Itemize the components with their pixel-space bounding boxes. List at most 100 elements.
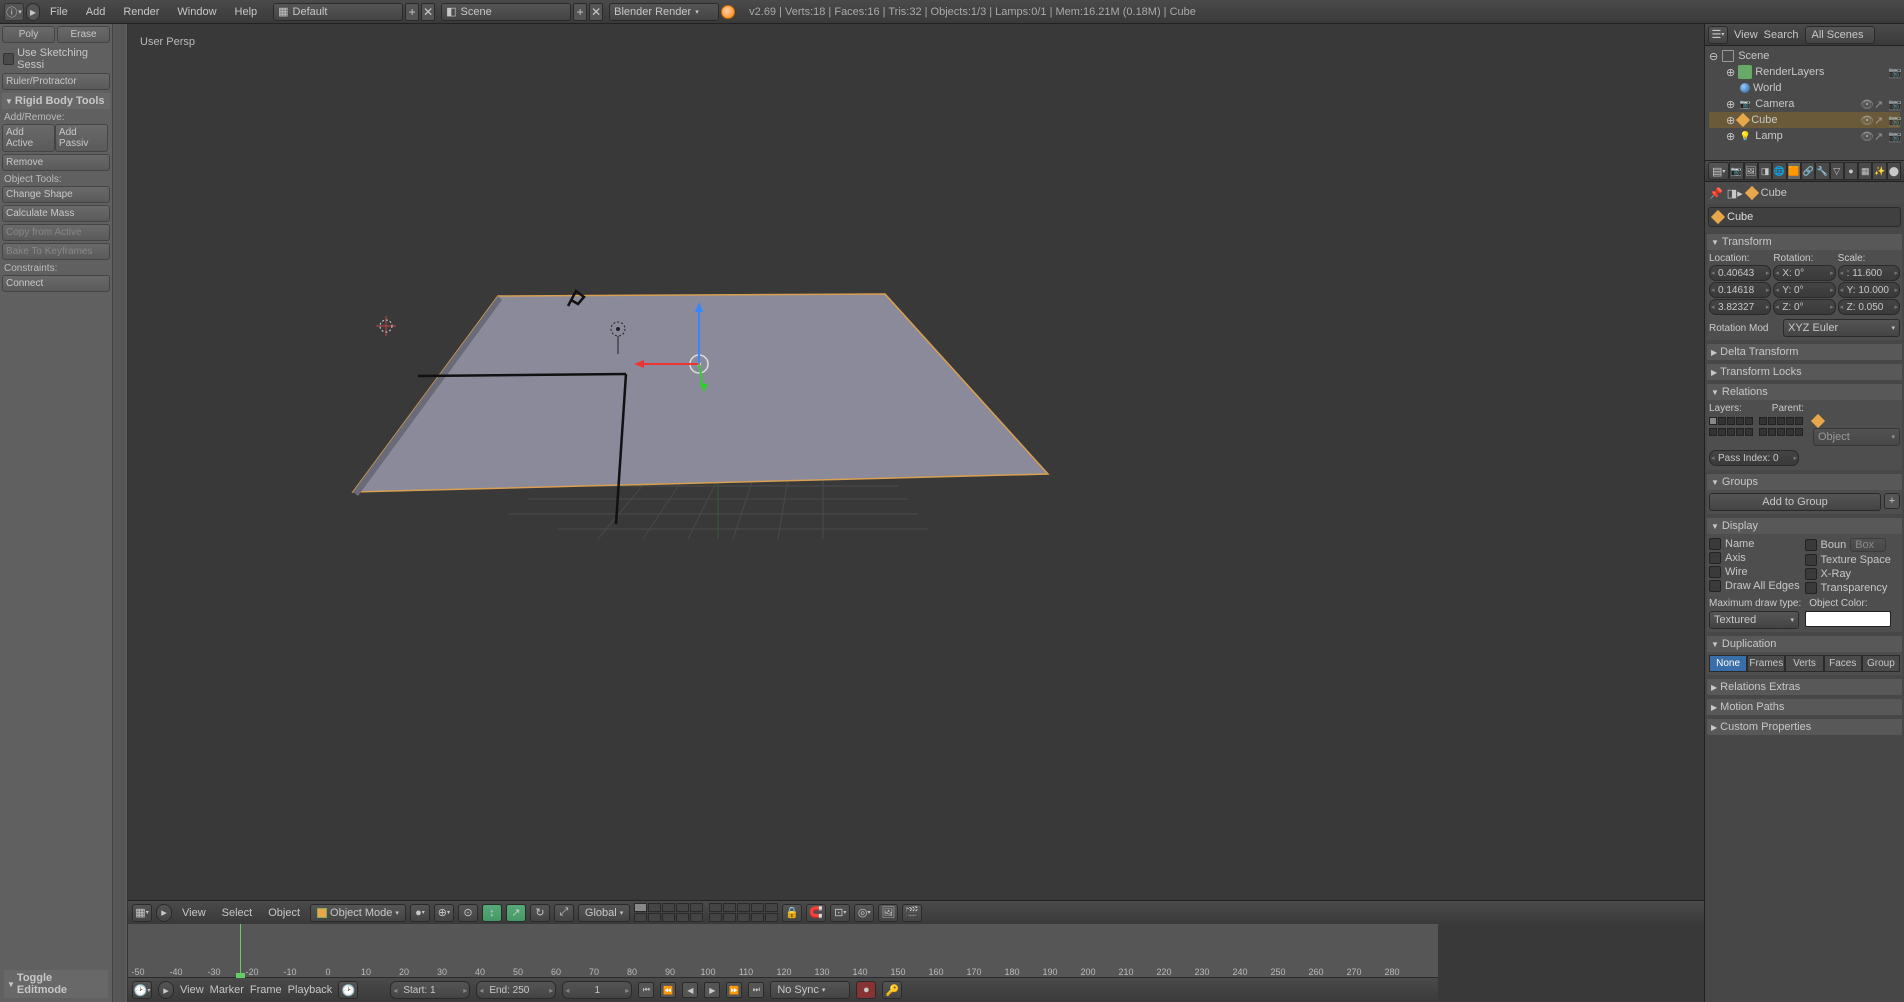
tab-object[interactable]: 🟧 (1787, 162, 1801, 180)
location-y-field[interactable]: 0.14618 (1709, 282, 1771, 298)
pin-icon[interactable]: 📌 (1709, 187, 1723, 200)
collapse-menus-icon[interactable]: ▸ (156, 904, 172, 922)
editor-type-timeline-icon[interactable]: 🕑▾ (132, 981, 152, 999)
dup-none-tab[interactable]: None (1709, 655, 1747, 672)
snap-toggle-icon[interactable]: 🧲 (806, 904, 826, 922)
timeline-cursor[interactable] (240, 924, 241, 977)
tl-view-menu[interactable]: View (180, 984, 204, 996)
object-name-field[interactable] (1708, 207, 1901, 227)
rotation-y-field[interactable]: Y: 0° (1773, 282, 1835, 298)
tab-render[interactable]: 📷 (1729, 162, 1743, 180)
rotation-mode-dropdown[interactable]: XYZ Euler▾ (1783, 319, 1900, 337)
tab-data[interactable]: ▽ (1830, 162, 1844, 180)
orientation-dropdown[interactable]: Global▾ (578, 904, 630, 922)
groups-header[interactable]: Groups (1707, 474, 1902, 490)
editor-type-outliner-icon[interactable]: ☰▾ (1708, 26, 1728, 44)
scale-manipulator-icon[interactable]: ⤢ (554, 904, 574, 922)
editor-type-icon[interactable]: ⓘ▾ (4, 3, 24, 21)
rotation-z-field[interactable]: Z: 0° (1773, 299, 1835, 315)
menu-file[interactable]: File (42, 6, 76, 18)
dup-group-tab[interactable]: Group (1862, 655, 1900, 672)
3d-viewport[interactable]: User Persp (128, 24, 1704, 1002)
add-to-group-button[interactable]: Add to Group (1709, 493, 1881, 511)
layer-buttons[interactable] (634, 903, 778, 922)
tab-texture[interactable]: ▦ (1858, 162, 1872, 180)
transform-header[interactable]: Transform (1707, 234, 1902, 250)
connect-button[interactable]: Connect (2, 275, 110, 292)
translate-manipulator-icon[interactable]: ↗ (506, 904, 526, 922)
location-z-field[interactable]: 3.82327 (1709, 299, 1771, 315)
relations-extras-header[interactable]: Relations Extras (1707, 679, 1902, 695)
current-frame-field[interactable]: 1 (562, 981, 632, 999)
timeline-ruler[interactable]: -50-40-30-20-100102030405060708090100110… (128, 924, 1438, 978)
display-wire-check[interactable]: Wire (1709, 565, 1805, 579)
tl-marker-menu[interactable]: Marker (210, 984, 244, 996)
editor-type-3dview-icon[interactable]: ▦▾ (132, 904, 152, 922)
tab-constraints[interactable]: 🔗 (1801, 162, 1815, 180)
add-group-plus-button[interactable]: + (1884, 493, 1900, 509)
jump-end-icon[interactable]: ⏭ (748, 982, 764, 998)
pivot-dropdown[interactable]: ⊕▾ (434, 904, 454, 922)
add-layout-button[interactable]: + (405, 3, 419, 21)
gp-tab-poly[interactable]: Poly (2, 26, 55, 43)
outliner-search-menu[interactable]: Search (1764, 29, 1799, 41)
display-xray-check[interactable]: X-Ray (1805, 567, 1901, 581)
outliner-renderlayers-row[interactable]: ⊕RenderLayers📷 (1709, 64, 1900, 80)
dup-frames-tab[interactable]: Frames (1747, 655, 1785, 672)
jump-start-icon[interactable]: ⏮ (638, 982, 654, 998)
rotation-x-field[interactable]: X: 0° (1773, 265, 1835, 281)
tl-collapse-icon[interactable]: ▸ (158, 981, 174, 999)
display-axis-check[interactable]: Axis (1709, 551, 1805, 565)
add-passive-button[interactable]: Add Passiv (55, 124, 108, 152)
screen-layout-dropdown[interactable]: ▦Default (273, 3, 403, 21)
object-menu[interactable]: Object (262, 907, 306, 919)
jump-prev-key-icon[interactable]: ⏪ (660, 982, 676, 998)
motion-paths-header[interactable]: Motion Paths (1707, 699, 1902, 715)
toolshelf-scrollbar[interactable] (112, 24, 126, 1002)
menu-render[interactable]: Render (115, 6, 167, 18)
display-bounds-check[interactable]: BounBox (1805, 537, 1901, 553)
scale-z-field[interactable]: Z: 0.050 (1838, 299, 1900, 315)
select-menu[interactable]: Select (216, 907, 259, 919)
object-layers[interactable] (1709, 417, 1803, 425)
sync-dropdown[interactable]: No Sync▾ (770, 981, 850, 999)
menu-add[interactable]: Add (78, 6, 114, 18)
rotate-manipulator-icon[interactable]: ↻ (530, 904, 550, 922)
dup-faces-tab[interactable]: Faces (1824, 655, 1862, 672)
keying-set-icon[interactable]: 🔑 (882, 981, 902, 999)
calculate-mass-button[interactable]: Calculate Mass (2, 205, 110, 222)
display-texspace-check[interactable]: Texture Space (1805, 553, 1901, 567)
add-active-button[interactable]: Add Active (2, 124, 55, 152)
play-icon[interactable]: ▶ (704, 982, 720, 998)
outliner-display-mode[interactable]: All Scenes (1805, 26, 1875, 44)
tab-particles[interactable]: ✨ (1872, 162, 1886, 180)
duplication-header[interactable]: Duplication (1707, 636, 1902, 652)
editor-type-properties-icon[interactable]: ▤▾ (1708, 162, 1729, 180)
scale-y-field[interactable]: Y: 10.000 (1838, 282, 1900, 298)
tab-scene[interactable]: ◨ (1758, 162, 1772, 180)
rigid-body-tools-header[interactable]: Rigid Body Tools (2, 93, 110, 109)
location-x-field[interactable]: 0.40643 (1709, 265, 1771, 281)
outliner-view-menu[interactable]: View (1734, 29, 1758, 41)
ruler-protractor-button[interactable]: Ruler/Protractor (2, 73, 110, 90)
render-preview-icon[interactable]: 🖼 (878, 904, 898, 922)
mode-dropdown[interactable]: Object Mode▾ (310, 904, 406, 922)
manipulate-center-icon[interactable]: ⊙ (458, 904, 478, 922)
shading-dropdown[interactable]: ●▾ (410, 904, 430, 922)
menu-help[interactable]: Help (227, 6, 266, 18)
toggle-editmode-header[interactable]: Toggle Editmode (4, 970, 108, 998)
parent-cube-icon[interactable] (1811, 414, 1825, 428)
tab-modifiers[interactable]: 🔧 (1815, 162, 1829, 180)
tab-world[interactable]: 🌐 (1772, 162, 1786, 180)
sketching-checkbox-row[interactable]: Use Sketching Sessi (2, 45, 110, 73)
tab-material[interactable]: ● (1844, 162, 1858, 180)
maxdraw-dropdown[interactable]: Textured▾ (1709, 611, 1799, 629)
snap-element-dropdown[interactable]: ⊡▾ (830, 904, 850, 922)
lock-layers-icon[interactable]: 🔒 (782, 904, 802, 922)
outliner-world-row[interactable]: World (1709, 80, 1900, 96)
pass-index-field[interactable]: Pass Index: 0 (1709, 450, 1799, 466)
object-layers-2[interactable] (1709, 428, 1803, 446)
menu-window[interactable]: Window (169, 6, 224, 18)
scene-dropdown[interactable]: ◧Scene (441, 3, 571, 21)
manipulator-toggle[interactable]: ↕ (482, 904, 502, 922)
